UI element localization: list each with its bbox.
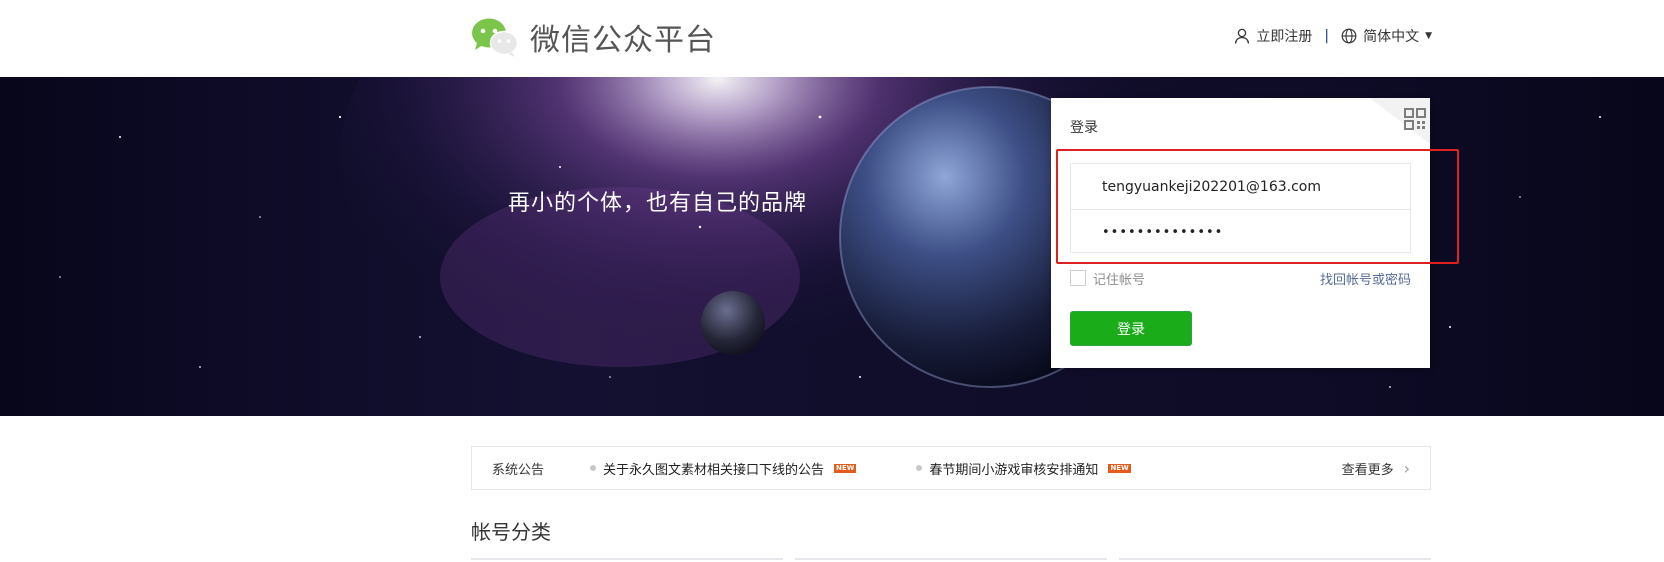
- account-category-cards: [471, 558, 1431, 562]
- chevron-down-icon: ▼: [1425, 31, 1432, 41]
- notice-item-text: 关于永久图文素材相关接口下线的公告: [603, 462, 825, 478]
- account-category-title: 帐号分类: [471, 520, 551, 544]
- login-input-group: tengyuankeji202201@163.com •••••••••••••…: [1070, 163, 1411, 253]
- new-badge: NEW: [1108, 463, 1131, 473]
- login-options: 记住帐号 找回帐号或密码: [1070, 268, 1411, 288]
- bullet-dot-icon: [916, 465, 923, 471]
- user-icon: [1235, 28, 1250, 44]
- wechat-logo-icon: [472, 18, 519, 57]
- remember-label: 记住帐号: [1093, 272, 1146, 288]
- chevron-right-icon: ›: [1403, 458, 1410, 478]
- view-more-link[interactable]: 查看更多 ›: [1342, 447, 1410, 489]
- header-actions: 立即注册 | 简体中文 ▼: [1234, 26, 1432, 46]
- header-separator: |: [1324, 28, 1330, 44]
- account-field[interactable]: tengyuankeji202201@163.com: [1071, 164, 1410, 209]
- banner-slogan: 再小的个体，也有自己的品牌: [508, 191, 808, 216]
- category-card[interactable]: [1119, 558, 1431, 562]
- password-value: ••••••••••••••: [1102, 224, 1224, 240]
- remember-checkbox[interactable]: [1070, 270, 1086, 286]
- notice-label: 系统公告: [492, 462, 545, 478]
- top-header: 微信公众平台 立即注册 | 简体中文 ▼: [0, 0, 1664, 77]
- category-card[interactable]: [471, 558, 783, 562]
- new-badge: NEW: [834, 463, 857, 473]
- language-selector[interactable]: 简体中文 ▼: [1341, 26, 1432, 46]
- logo-text: 微信公众平台: [530, 23, 716, 58]
- account-value: tengyuankeji202201@163.com: [1102, 178, 1321, 195]
- globe-icon: [1341, 28, 1357, 44]
- bullet-dot-icon: [590, 465, 596, 471]
- category-card[interactable]: [795, 558, 1107, 562]
- notice-item-text: 春节期间小游戏审核安排通知: [929, 462, 1099, 478]
- notice-item[interactable]: 春节期间小游戏审核安排通知 NEW: [916, 459, 1131, 478]
- login-button[interactable]: 登录: [1070, 311, 1192, 346]
- login-panel: 登录 tengyuankeji202201@163.com ••••••••••…: [1051, 98, 1430, 368]
- view-more-label: 查看更多: [1341, 462, 1394, 478]
- forgot-password-link[interactable]: 找回帐号或密码: [1320, 269, 1411, 288]
- notice-item[interactable]: 关于永久图文素材相关接口下线的公告 NEW: [590, 459, 857, 478]
- language-label: 简体中文: [1363, 29, 1420, 45]
- logo-link[interactable]: 微信公众平台: [470, 15, 716, 59]
- register-label: 立即注册: [1256, 29, 1313, 45]
- login-title: 登录: [1070, 120, 1098, 136]
- remember-account[interactable]: 记住帐号: [1070, 269, 1145, 288]
- qrcode-login-icon[interactable]: [1370, 98, 1430, 144]
- register-link[interactable]: 立即注册: [1234, 26, 1312, 46]
- password-field[interactable]: ••••••••••••••: [1071, 209, 1410, 254]
- system-notice-bar: 系统公告 关于永久图文素材相关接口下线的公告 NEW 春节期间小游戏审核安排通知…: [471, 446, 1431, 490]
